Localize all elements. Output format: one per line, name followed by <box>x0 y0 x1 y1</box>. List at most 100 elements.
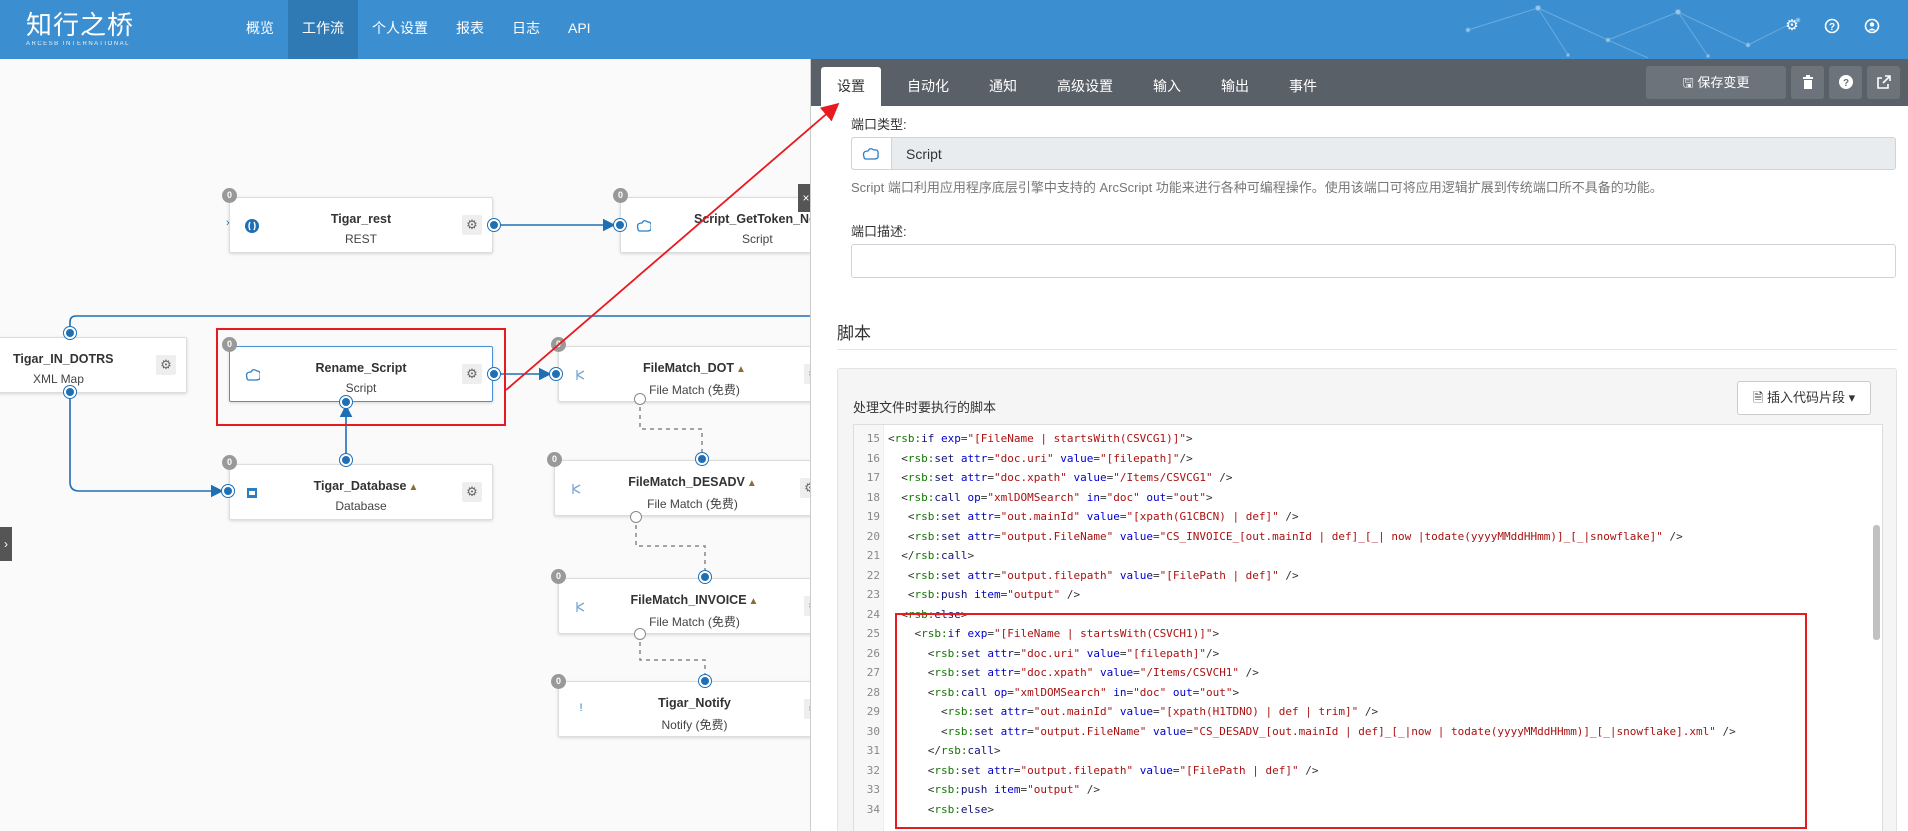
network-decoration <box>1465 5 1801 59</box>
warning-icon: ▲ <box>736 364 746 375</box>
node-filematch-invoice[interactable]: FileMatch_INVOICE▲ File Match (免费) ⚙ <box>558 578 810 634</box>
tab-input[interactable]: 输入 <box>1137 67 1197 106</box>
input-port[interactable] <box>222 485 234 497</box>
output-port[interactable] <box>634 393 646 405</box>
caret-down-icon: ▾ <box>1848 390 1856 405</box>
flow-canvas[interactable]: Tigar_rest REST ⚙ 0 › Script_GetToken_Ne… <box>0 59 810 831</box>
line-number: 25 <box>866 627 880 640</box>
nav-profile[interactable]: 个人设置 <box>358 0 442 59</box>
node-count-badge: 0 <box>613 188 628 203</box>
input-port[interactable] <box>699 675 711 687</box>
code-line[interactable]: 17 <rsb:set attr="doc.xpath" value="/Ite… <box>854 468 1233 488</box>
output-port[interactable] <box>340 454 352 466</box>
input-port[interactable] <box>614 219 626 231</box>
tab-automation[interactable]: 自动化 <box>891 67 965 106</box>
code-line[interactable]: 20 <rsb:set attr="output.FileName" value… <box>854 527 1683 547</box>
input-port[interactable] <box>696 453 708 465</box>
logo-text: 知行之桥 <box>26 11 135 41</box>
output-port[interactable] <box>488 219 500 231</box>
user-icon[interactable] <box>1864 18 1880 34</box>
main-nav: 概览 工作流 个人设置 报表 日志 API <box>232 0 605 59</box>
node-settings-gear-icon[interactable]: ⚙ <box>156 355 176 375</box>
help-icon[interactable]: ? <box>1824 18 1840 34</box>
node-tigar-database[interactable]: Tigar_Database ▲ Database ⚙ <box>229 464 493 520</box>
expand-sidebar-button[interactable]: › <box>0 527 12 561</box>
gear-icon[interactable]: ⚙ <box>1784 18 1800 34</box>
svg-text:?: ? <box>1842 78 1848 89</box>
node-type: File Match (免费) <box>647 497 738 511</box>
node-type: Database <box>335 499 387 513</box>
nav-overview[interactable]: 概览 <box>232 0 288 59</box>
input-port[interactable] <box>64 327 76 339</box>
port-type-value: Script <box>906 146 942 162</box>
output-port[interactable] <box>634 628 646 640</box>
node-name: FileMatch_INVOICE ▲ <box>630 593 759 607</box>
node-script-gettoken[interactable]: Script_GetToken_Ne Script <box>620 197 810 253</box>
tab-output[interactable]: 输出 <box>1205 67 1265 106</box>
logo[interactable]: 知行之桥 ARCESB INTERNATIONAL <box>26 12 134 47</box>
node-count-badge: 0 <box>551 569 566 584</box>
warning-icon: ▲ <box>746 478 757 489</box>
node-type: File Match (免费) <box>649 615 740 629</box>
code-line[interactable]: 19 <rsb:set attr="out.mainId" value="[xp… <box>854 507 1299 527</box>
node-type: Script <box>742 232 773 246</box>
save-changes-button[interactable]: 🖫 保存变更 <box>1646 66 1786 99</box>
port-type-field: Script <box>851 137 1896 170</box>
code-line[interactable]: 23 <rsb:push item="output" /> <box>854 585 1080 605</box>
tab-settings[interactable]: 设置 <box>821 67 881 106</box>
save-icon: 🖫 <box>1682 75 1694 90</box>
node-settings-gear-icon[interactable]: ⚙ <box>800 478 810 498</box>
code-line[interactable]: 22 <rsb:set attr="output.filepath" value… <box>854 566 1299 586</box>
node-tigar-rest[interactable]: Tigar_rest REST ⚙ <box>229 197 493 253</box>
nav-reports[interactable]: 报表 <box>442 0 498 59</box>
line-number: 32 <box>866 763 880 777</box>
line-number: 20 <box>866 529 880 543</box>
tab-events[interactable]: 事件 <box>1273 67 1333 106</box>
line-number: 29 <box>866 705 880 718</box>
node-type: Notify (免费) <box>661 718 728 732</box>
node-filematch-dot[interactable]: FileMatch_DOT▲ File Match (免费) ⚙ <box>558 346 810 402</box>
node-count-badge: 0 <box>547 452 562 467</box>
node-tigar-notify[interactable]: ! Tigar_Notify Notify (免费) ⚙ <box>558 681 810 737</box>
line-number: 24 <box>866 607 880 621</box>
logo-subtext: ARCESB INTERNATIONAL <box>26 41 130 47</box>
open-external-button[interactable] <box>1867 66 1900 99</box>
line-number: 23 <box>866 588 880 601</box>
tab-notifications[interactable]: 通知 <box>973 67 1033 106</box>
panel-tabbar: 设置 自动化 通知 高级设置 输入 输出 事件 🖫 保存变更 ? <box>811 59 1908 106</box>
code-line[interactable]: 16 <rsb:set attr="doc.uri" value="[filep… <box>854 449 1193 469</box>
line-number: 17 <box>866 471 880 484</box>
delete-button[interactable] <box>1791 66 1824 99</box>
line-number: 30 <box>866 724 880 738</box>
help-button[interactable]: ? <box>1829 66 1862 99</box>
editor-scrollbar[interactable] <box>1873 525 1880 640</box>
output-port[interactable] <box>630 511 642 523</box>
input-port[interactable] <box>699 571 711 583</box>
node-name: Tigar_Notify <box>658 696 731 710</box>
node-filematch-desadv[interactable]: FileMatch_DESADV▲ File Match (免费) ⚙ <box>554 460 810 516</box>
insert-snippet-button[interactable]: 🗎 插入代码片段 ▾ <box>1737 381 1871 415</box>
line-number: 34 <box>866 802 880 816</box>
code-line[interactable]: 18 <rsb:call op="xmlDOMSearch" in="doc" … <box>854 488 1213 508</box>
collapse-panel-button[interactable]: × <box>798 184 810 212</box>
tab-advanced[interactable]: 高级设置 <box>1041 67 1129 106</box>
code-line[interactable]: 21 </rsb:call> <box>854 546 974 566</box>
node-count-badge: 0 <box>222 188 237 203</box>
node-tigar-in-dotrs[interactable]: Tigar_IN_DOTRS XML Map ⚙ <box>0 337 187 393</box>
node-settings-gear-icon[interactable]: ⚙ <box>462 482 482 502</box>
script-section-title: 脚本 <box>837 324 871 343</box>
line-number: 33 <box>866 783 880 796</box>
output-port[interactable] <box>64 386 76 398</box>
nav-api[interactable]: API <box>554 0 605 59</box>
port-description-input[interactable] <box>851 244 1896 278</box>
nav-workflow[interactable]: 工作流 <box>288 0 358 59</box>
node-name: Script_GetToken_Ne <box>694 212 810 226</box>
code-line[interactable]: 15 <rsb:if exp="[FileName | startsWith(CS… <box>854 429 1193 449</box>
node-settings-gear-icon[interactable]: ⚙ <box>462 215 482 235</box>
line-number: 22 <box>866 568 880 582</box>
input-port[interactable] <box>550 368 562 380</box>
nav-logs[interactable]: 日志 <box>498 0 554 59</box>
node-type: File Match (免费) <box>649 383 740 397</box>
node-name: FileMatch_DOT ▲ <box>643 361 746 375</box>
input-chevron-icon: › <box>226 217 230 229</box>
